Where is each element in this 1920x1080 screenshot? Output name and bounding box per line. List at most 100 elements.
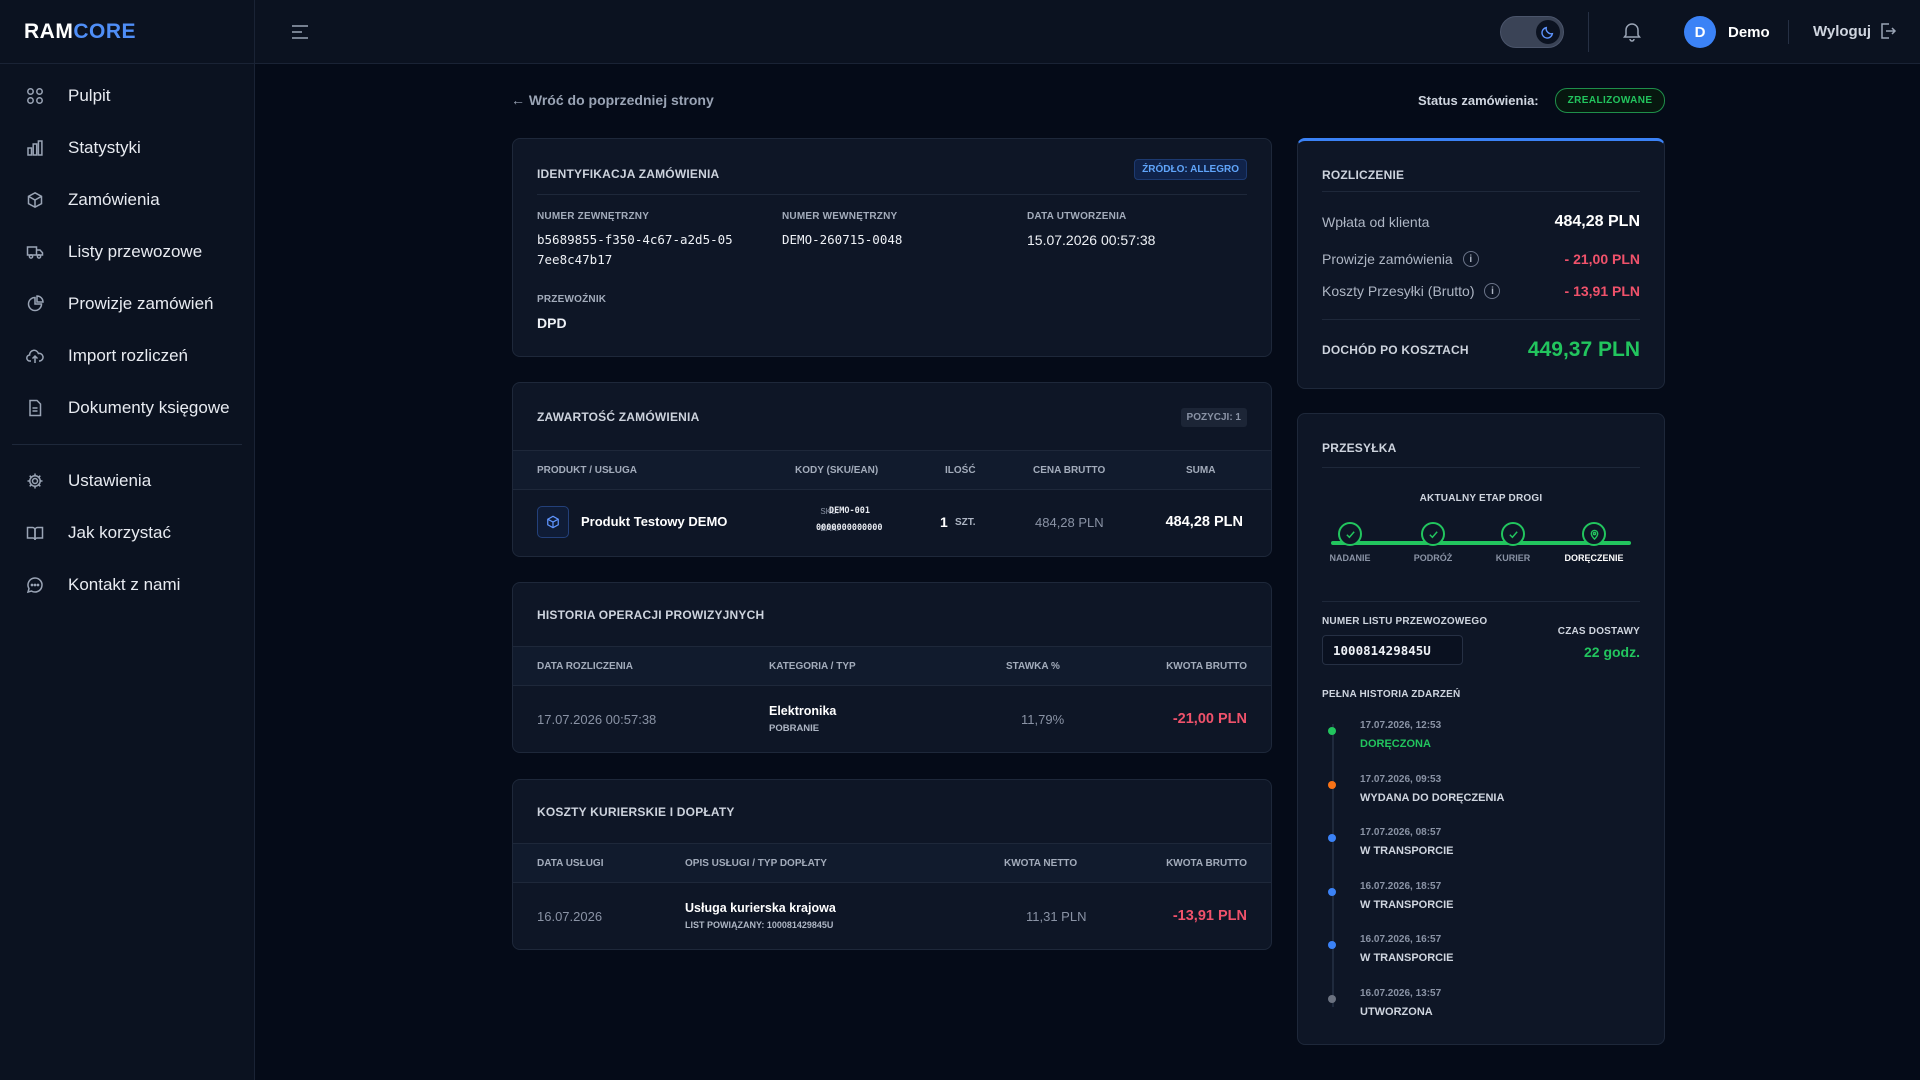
- cloud-upload-icon: [26, 347, 44, 365]
- column-header: SUMA: [1186, 465, 1216, 476]
- sidebar-item-prowizje[interactable]: Prowizje zamówień: [0, 278, 254, 330]
- waybill-number[interactable]: 100081429845U: [1322, 635, 1463, 665]
- delivery-time-label: CZAS DOSTAWY: [1557, 626, 1640, 637]
- event-history-label: PEŁNA HISTORIA ZDARZEŃ: [1322, 689, 1461, 700]
- event-name: UTWORZONA: [1360, 1006, 1433, 1018]
- sidebar-item-import-rozliczen[interactable]: Import rozliczeń: [0, 330, 254, 382]
- event-time: 16.07.2026, 13:57: [1360, 988, 1442, 999]
- divider: [1322, 319, 1640, 320]
- net-amount: 11,31 PLN: [1026, 909, 1087, 924]
- event-dot: [1328, 727, 1336, 735]
- card-title: PRZESYŁKA: [1322, 441, 1397, 455]
- sidebar-nav: Pulpit Statystyki Zamówienia Listy przew…: [0, 64, 254, 611]
- status-label: Status zamówienia:: [1418, 93, 1539, 108]
- table-header: PRODUKT / USŁUGA KODY (SKU/EAN) ILOŚĆ CE…: [513, 450, 1271, 490]
- carrier-value: DPD: [537, 315, 567, 331]
- income-row: DOCHÓD PO KOSZTACH 449,37 PLN: [1322, 338, 1640, 362]
- waybill-label: NUMER LISTU PRZEWOZOWEGO: [1322, 616, 1488, 627]
- external-number-value[interactable]: b5689855-f350-4c67-a2d5-057ee8c47b17: [537, 230, 737, 270]
- gear-icon: [26, 472, 44, 490]
- timeline-event: 17.07.2026, 08:57 W TRANSPORCIE: [1328, 827, 1454, 857]
- sidebar: RAM CORE Pulpit Statystyki Zamówienia Lis…: [0, 0, 255, 1080]
- event-name: DORĘCZONA: [1360, 738, 1431, 750]
- back-link[interactable]: ← Wróć do poprzedniej strony: [511, 92, 714, 108]
- commission-history-card: HISTORIA OPERACJI PROWIZYJNYCH DATA ROZL…: [512, 582, 1272, 753]
- menu-toggle-icon[interactable]: [290, 22, 310, 42]
- commission-amount: -21,00 PLN: [1172, 711, 1247, 727]
- sidebar-item-label: Prowizje zamówień: [68, 294, 214, 313]
- column-header: STAWKA %: [1006, 661, 1060, 672]
- linked-waybill[interactable]: LIST POWIĄZANY: 100081429845U: [685, 920, 833, 930]
- event-dot: [1328, 995, 1336, 1003]
- theme-toggle[interactable]: [1500, 16, 1564, 48]
- commission-rate: 11,79%: [1021, 712, 1065, 727]
- commission-value: - 21,00 PLN: [1564, 251, 1640, 267]
- internal-number-value[interactable]: DEMO-260715-0048: [782, 230, 902, 250]
- external-number-field: NUMER ZEWNĘTRZNY b5689855-f350-4c67-a2d5…: [537, 211, 737, 270]
- info-icon[interactable]: i: [1462, 251, 1479, 267]
- timeline-event: 16.07.2026, 13:57 UTWORZONA: [1328, 988, 1442, 1018]
- column-header: KWOTA NETTO: [1004, 858, 1078, 869]
- event-name: W TRANSPORCIE: [1360, 899, 1454, 911]
- event-dot: [1328, 888, 1336, 896]
- card-header: ROZLICZENIE: [1322, 166, 1640, 192]
- check-icon: [1501, 522, 1525, 546]
- user-menu[interactable]: D Demo: [1684, 16, 1770, 48]
- sidebar-item-label: Dokumenty księgowe: [68, 398, 230, 417]
- topbar: D Demo Wyloguj: [255, 0, 1920, 64]
- timeline-event: 16.07.2026, 18:57 W TRANSPORCIE: [1328, 881, 1454, 911]
- sidebar-item-zamowienia[interactable]: Zamówienia: [0, 174, 254, 226]
- event-dot: [1328, 941, 1336, 949]
- income-value: 449,37 PLN: [1527, 338, 1640, 361]
- creation-date-value: 15.07.2026 00:57:38: [1027, 232, 1156, 248]
- commission-label: Prowizje zamówienia i: [1322, 251, 1479, 267]
- event-name: W TRANSPORCIE: [1360, 845, 1454, 857]
- sidebar-item-pulpit[interactable]: Pulpit: [0, 70, 254, 122]
- sidebar-item-dokumenty[interactable]: Dokumenty księgowe: [0, 382, 254, 434]
- tracking-step-nadanie: NADANIE: [1310, 522, 1390, 563]
- shipping-cost-value: - 13,91 PLN: [1564, 283, 1640, 299]
- timeline-event: 17.07.2026, 09:53 WYDANA DO DORĘCZENIA: [1328, 774, 1504, 804]
- shipping-cost-row: Koszty Przesyłki (Brutto) i - 13,91 PLN: [1322, 283, 1640, 299]
- check-icon: [1338, 522, 1362, 546]
- sidebar-item-listy-przewozowe[interactable]: Listy przewozowe: [0, 226, 254, 278]
- category-name: Elektronika: [769, 704, 837, 718]
- carrier-field: PRZEWOŹNIK DPD: [537, 294, 606, 333]
- creation-date-field: DATA UTWORZENIA 15.07.2026 00:57:38: [1027, 211, 1155, 250]
- sidebar-item-label: Statystyki: [68, 138, 141, 157]
- timeline-line: [1332, 724, 1334, 1007]
- column-header: DATA USŁUGI: [537, 858, 604, 869]
- pie-chart-icon: [26, 295, 44, 313]
- info-icon[interactable]: i: [1484, 283, 1501, 299]
- event-time: 17.07.2026, 08:57: [1360, 827, 1442, 838]
- product-name[interactable]: Produkt Testowy DEMO: [581, 514, 727, 529]
- sku-value: DEMO-001: [829, 506, 870, 516]
- sidebar-item-kontakt[interactable]: Kontakt z nami: [0, 559, 254, 611]
- sidebar-item-ustawienia[interactable]: Ustawienia: [0, 455, 254, 507]
- step-label: KURIER: [1495, 553, 1531, 563]
- commission-label-text: Prowizje zamówienia: [1322, 251, 1453, 267]
- event-time: 16.07.2026, 16:57: [1360, 934, 1442, 945]
- avatar: D: [1684, 16, 1716, 48]
- app-logo[interactable]: RAM CORE: [0, 0, 254, 64]
- event-dot: [1328, 781, 1336, 789]
- sidebar-item-label: Zamówienia: [68, 190, 160, 209]
- order-contents-card: ZAWARTOŚĆ ZAMÓWIENIA POZYCJI: 1 PRODUKT …: [512, 382, 1272, 557]
- ean-value: 0000000000000: [816, 523, 883, 533]
- logo-part-ram: RAM: [24, 19, 74, 43]
- event-name: W TRANSPORCIE: [1360, 952, 1454, 964]
- settlement-date: 17.07.2026 00:57:38: [537, 712, 657, 727]
- sidebar-item-statystyki[interactable]: Statystyki: [0, 122, 254, 174]
- shipment-card: PRZESYŁKA AKTUALNY ETAP DROGI NADANIE PO…: [1297, 413, 1665, 1045]
- divider: [1322, 601, 1640, 602]
- bell-icon[interactable]: [1621, 20, 1643, 42]
- card-header: PRZESYŁKA: [1322, 439, 1640, 468]
- logout-button[interactable]: Wyloguj: [1813, 22, 1897, 40]
- sidebar-item-jak-korzystac[interactable]: Jak korzystać: [0, 507, 254, 559]
- sidebar-item-label: Jak korzystać: [68, 523, 171, 542]
- logout-icon: [1881, 23, 1897, 39]
- user-name: Demo: [1728, 23, 1770, 41]
- event-time: 16.07.2026, 18:57: [1360, 881, 1442, 892]
- quantity-value: 1: [940, 514, 948, 530]
- sidebar-divider: [12, 444, 242, 445]
